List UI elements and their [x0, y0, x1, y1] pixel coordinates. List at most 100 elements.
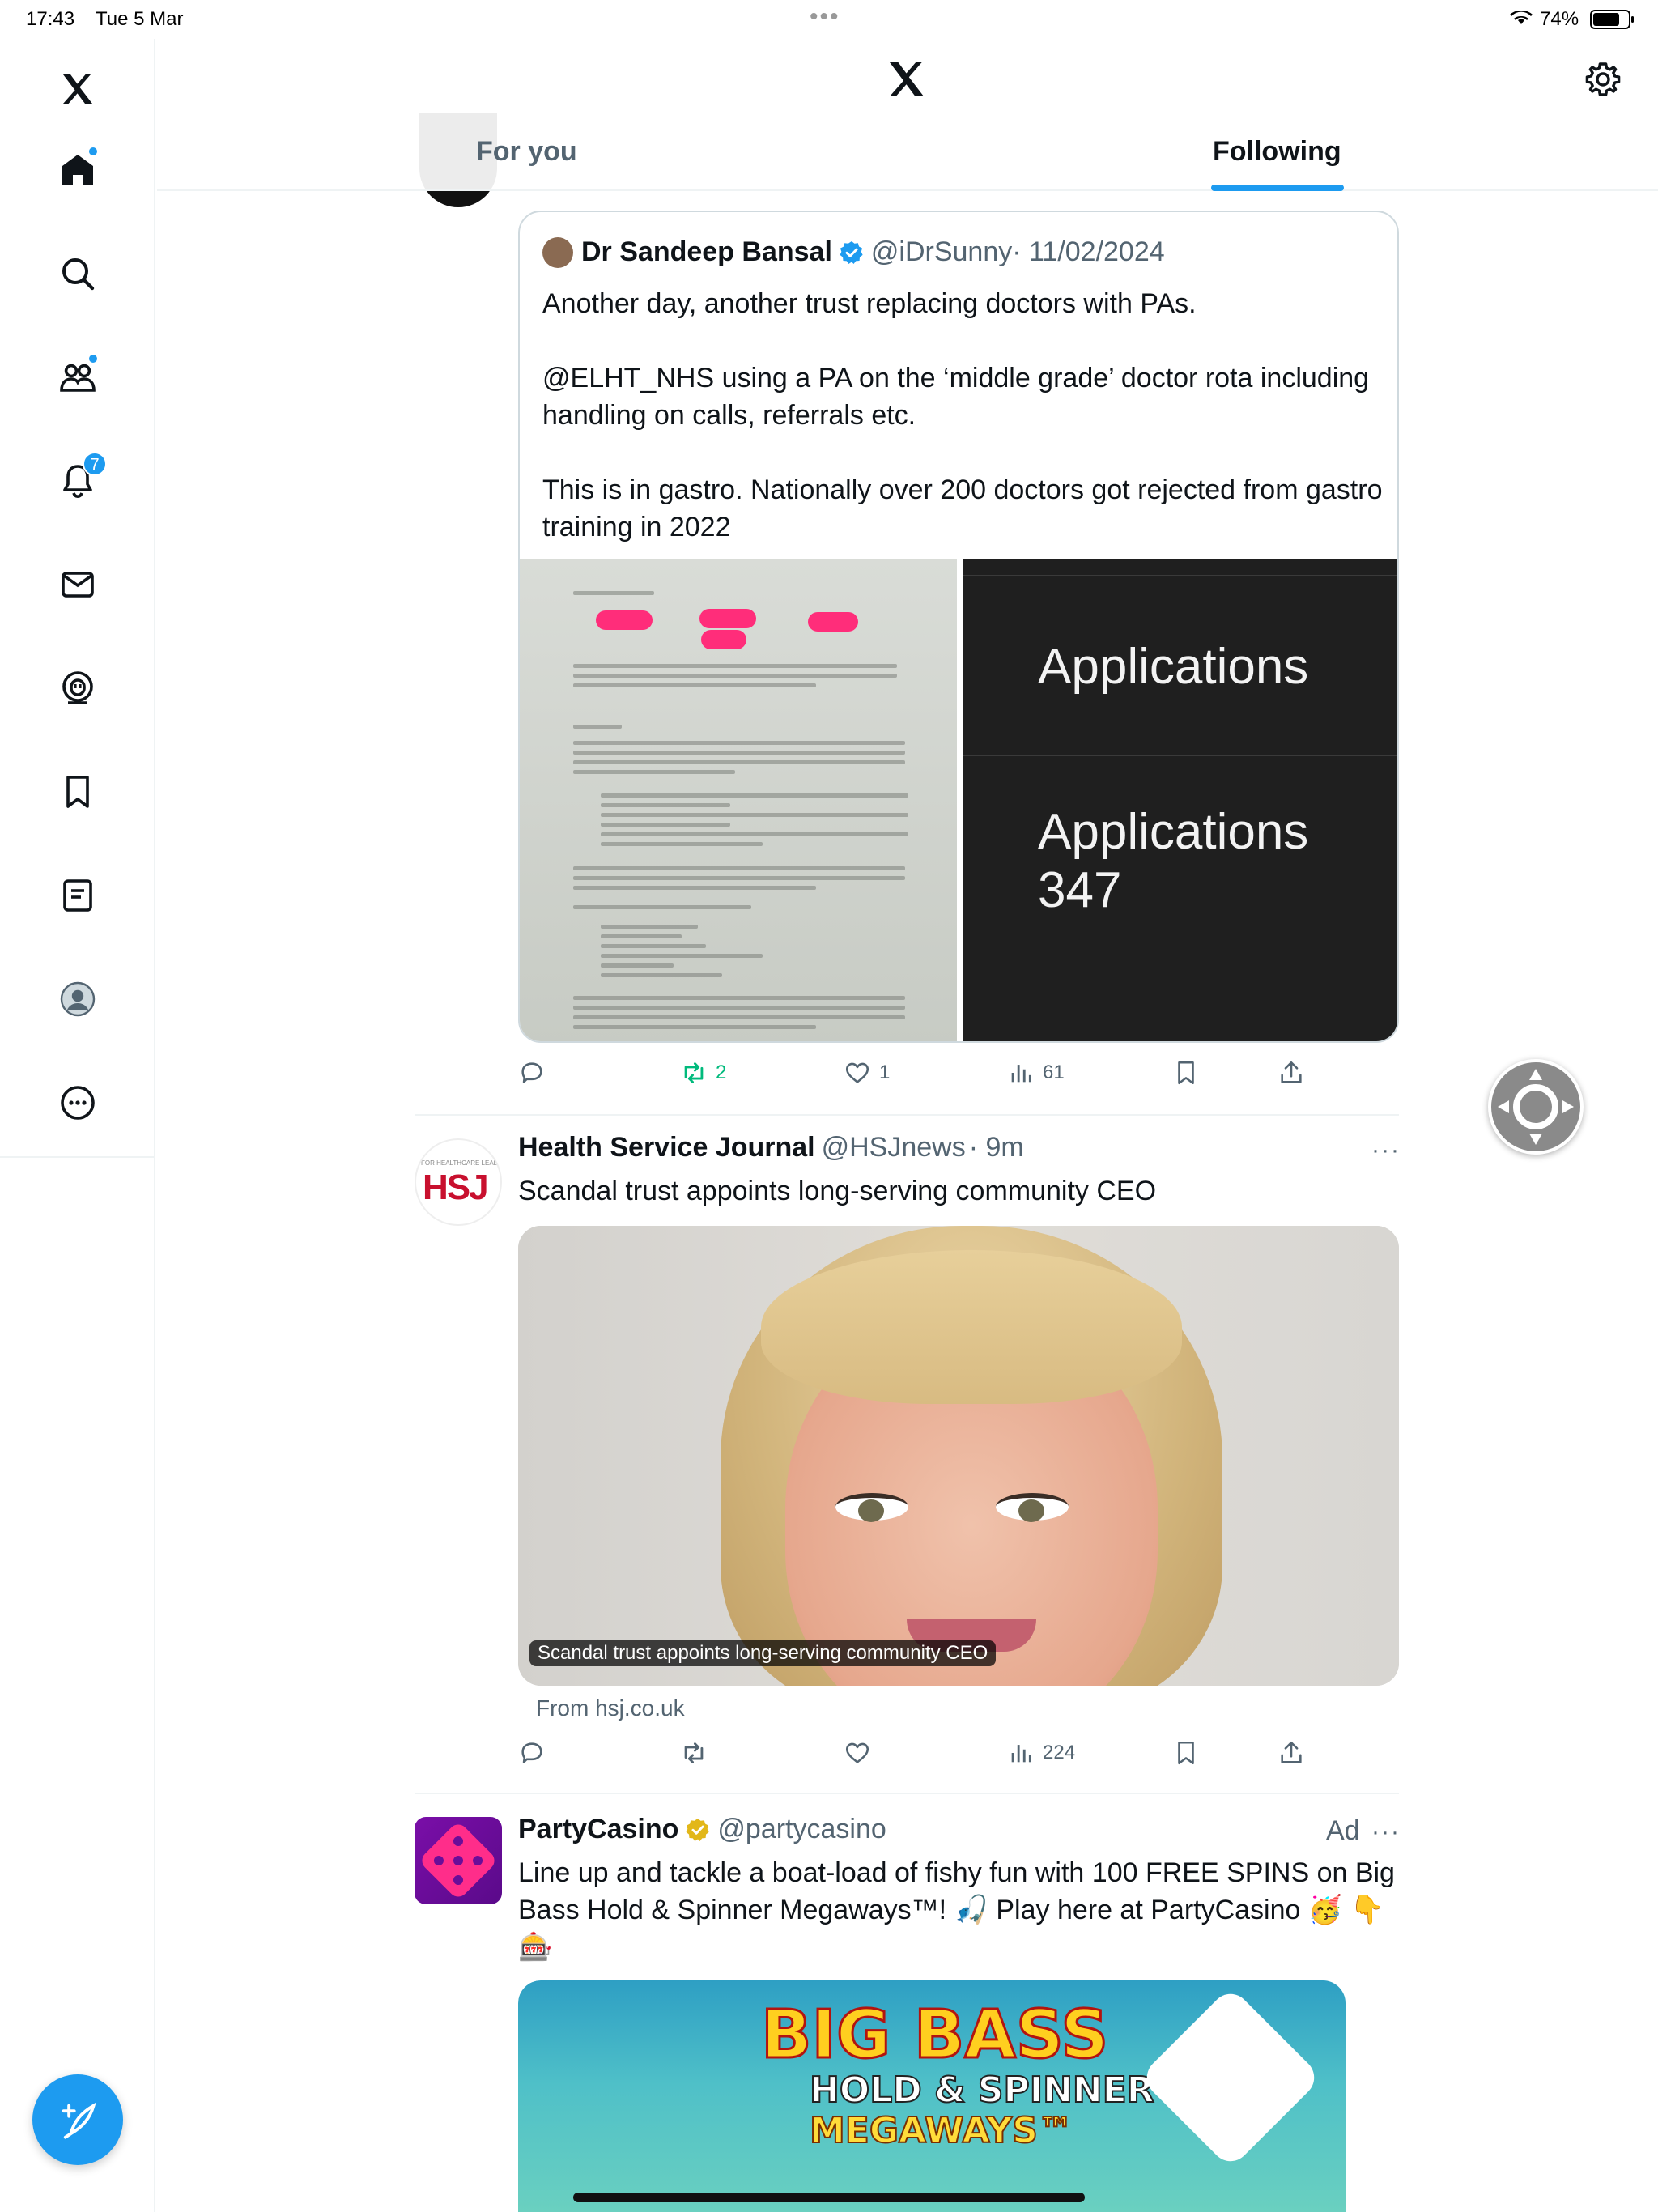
quoted-tweet-text: Another day, another trust replacing doc…	[542, 288, 1383, 542]
like-button[interactable]	[844, 1739, 879, 1767]
home-notification-dot	[87, 146, 99, 157]
post2-link-card-image[interactable]: Scandal trust appoints long-serving comm…	[518, 1226, 1399, 1686]
quoted-author-avatar	[542, 236, 573, 268]
post3-author-name[interactable]: PartyCasino	[518, 1814, 678, 1845]
views-button[interactable]: 224	[1007, 1739, 1075, 1767]
bookmark-button[interactable]	[1172, 1739, 1208, 1767]
sidebar-item-home[interactable]	[45, 138, 110, 202]
quoted-tweet-date: · 11/02/2024	[1012, 236, 1165, 267]
post2-author-name[interactable]: Health Service Journal	[518, 1132, 815, 1163]
wifi-icon	[1509, 6, 1533, 32]
x-logo-icon[interactable]	[882, 57, 931, 102]
applications-label-1: Applications	[1038, 639, 1309, 695]
multitasking-dots-icon[interactable]: •••	[810, 3, 840, 31]
promo-title: BIG BASS	[759, 1996, 1109, 2075]
status-bar: 17:43 Tue 5 Mar ••• 74%	[0, 0, 1658, 39]
share-button[interactable]	[1278, 1739, 1313, 1767]
promo-subtitle: HOLD & SPINNER	[809, 2069, 1155, 2112]
reply-icon	[521, 1062, 542, 1083]
tab-following[interactable]: Following	[1213, 136, 1341, 168]
quoted-author-name[interactable]: Dr Sandeep Bansal	[581, 236, 832, 268]
sidebar-item-communities[interactable]	[45, 345, 110, 410]
sidebar-item-profile[interactable]	[45, 967, 110, 1032]
sidebar-divider	[0, 1156, 155, 1158]
bookmark-icon	[66, 776, 89, 808]
post2-text: Scandal trust appoints long-serving comm…	[518, 1176, 1157, 1206]
avatar-icon	[60, 981, 96, 1017]
status-time: 17:43	[26, 8, 75, 30]
repost-count: 2	[716, 1061, 727, 1083]
notifications-badge: 7	[83, 452, 107, 476]
sidebar-item-notifications[interactable]: 7	[45, 449, 110, 513]
sidebar-item-bookmarks[interactable]	[45, 759, 110, 824]
post-divider	[414, 1793, 1399, 1794]
active-tab-indicator	[1211, 185, 1344, 191]
ad-label: Ad	[1326, 1815, 1360, 1846]
sidebar-item-lists[interactable]	[45, 863, 110, 928]
sidebar-item-grok[interactable]	[45, 656, 110, 721]
reply-icon	[521, 1742, 542, 1763]
x-logo-icon[interactable]	[45, 57, 110, 121]
quoted-tweet-image-applications[interactable]: Applications Applications 347	[963, 559, 1397, 1041]
view-count: 61	[1043, 1061, 1065, 1083]
repost-button[interactable]	[680, 1739, 716, 1767]
repost-icon	[684, 1062, 704, 1083]
post3-text: Line up and tackle a boat-load of fishy …	[518, 1857, 1395, 1963]
mail-icon	[62, 572, 94, 598]
repost-icon	[684, 1742, 704, 1763]
post3-more-icon[interactable]: ···	[1371, 1819, 1401, 1846]
search-icon	[62, 258, 95, 291]
like-count: 1	[879, 1061, 891, 1083]
post2-header: Health Service Journal @HSJnews · 9m	[518, 1132, 1024, 1163]
post2-more-icon[interactable]: ···	[1371, 1137, 1401, 1164]
heart-icon	[845, 1062, 869, 1083]
share-button[interactable]	[1278, 1059, 1313, 1087]
quoted-tweet-image-document[interactable]	[520, 559, 957, 1041]
analytics-icon	[1011, 1065, 1031, 1083]
communities-notification-dot	[87, 353, 99, 364]
home-indicator[interactable]	[573, 2193, 1085, 2202]
heart-icon	[845, 1742, 869, 1763]
post2-author-handle: @HSJnews	[821, 1132, 966, 1163]
sidebar-item-explore[interactable]	[45, 241, 110, 306]
link-card-source[interactable]: From hsj.co.uk	[536, 1695, 685, 1721]
post-divider	[414, 1114, 1399, 1116]
compose-button[interactable]	[32, 2074, 123, 2165]
like-button[interactable]: 1	[844, 1059, 890, 1087]
post3-author-handle: @partycasino	[717, 1814, 886, 1844]
link-card-caption: Scandal trust appoints long-serving comm…	[529, 1640, 997, 1666]
partycasino-die-logo	[1138, 1985, 1323, 2170]
quoted-tweet-header: Dr Sandeep Bansal @iDrSunny · 11/02/2024	[542, 236, 1165, 268]
sidebar-item-more[interactable]	[45, 1070, 110, 1135]
quoted-tweet[interactable]: Dr Sandeep Bansal @iDrSunny · 11/02/2024…	[518, 211, 1399, 1043]
tab-for-you[interactable]: For you	[476, 136, 577, 168]
post3-header: PartyCasino @partycasino	[518, 1814, 886, 1845]
gold-verified-badge-icon	[687, 1818, 710, 1841]
partycasino-avatar[interactable]	[414, 1817, 502, 1904]
view-count: 224	[1043, 1742, 1076, 1763]
promo-subtitle-2: MEGAWAYS™	[809, 2109, 1074, 2152]
repost-button[interactable]: 2	[680, 1059, 726, 1087]
post2-time: · 9m	[968, 1132, 1024, 1163]
bookmark-icon	[1178, 1741, 1194, 1765]
bookmark-icon	[1178, 1061, 1194, 1085]
big-bass-promo-image[interactable]: BIG BASS HOLD & SPINNER MEGAWAYS™	[518, 1980, 1346, 2212]
analytics-icon	[1011, 1745, 1031, 1763]
more-icon	[61, 1086, 95, 1120]
feather-plus-icon	[62, 2102, 96, 2139]
applications-label-2: Applications 347	[1038, 804, 1309, 918]
hsj-avatar[interactable]: FOR HEALTHCARE LEADERS HSJ	[414, 1138, 502, 1226]
gear-icon[interactable]	[1584, 60, 1622, 99]
bookmark-button[interactable]	[1172, 1059, 1208, 1087]
sidebar: 7	[0, 39, 155, 2212]
sidebar-item-messages[interactable]	[45, 552, 110, 617]
share-icon	[1281, 1061, 1302, 1083]
post3-media-carousel[interactable]: BIG BASS HOLD & SPINNER MEGAWAYS™	[518, 1980, 1347, 2212]
battery-percent: 74%	[1540, 8, 1579, 30]
assistive-touch-button[interactable]	[1488, 1059, 1584, 1155]
reply-button[interactable]	[518, 1059, 554, 1087]
views-button[interactable]: 61	[1007, 1059, 1065, 1087]
list-icon	[63, 879, 92, 912]
share-icon	[1281, 1741, 1302, 1763]
reply-button[interactable]	[518, 1739, 554, 1767]
